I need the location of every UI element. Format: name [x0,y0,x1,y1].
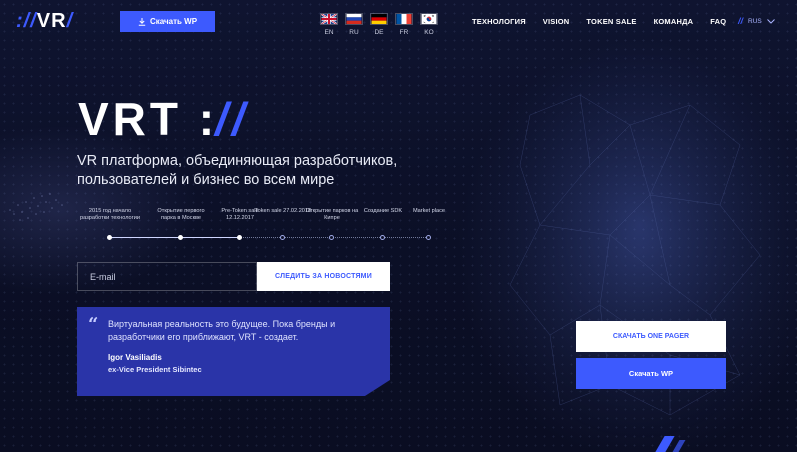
timeline-dot [380,234,385,240]
timeline-label: Market place [412,208,446,214]
timeline-dot [237,234,242,240]
logo-trailing-slash: / [66,10,74,32]
download-wp-label: Скачать WP [149,17,198,26]
quote-author: Igor Vasiliadis [108,353,162,362]
email-input[interactable] [77,262,257,291]
quote-card: “ Виртуальная реальность это будущее. По… [77,307,390,396]
flag-label: KO [424,29,434,36]
timeline-dot [280,234,285,240]
france-flag-icon [395,13,413,25]
nav-item-token-sale[interactable]: TOKEN SALE [586,17,636,26]
lang-slashes-icon: // [738,16,744,26]
quote-text: Виртуальная реальность это будущее. Пока… [108,319,336,342]
flag-en[interactable]: EN [319,13,339,36]
quote-mark-icon: “ [88,314,99,335]
flag-label: EN [324,29,334,36]
germany-flag-icon [370,13,388,25]
hero-title-main: VRT [78,93,182,145]
language-selector[interactable]: // RUS [738,16,775,26]
flag-fr[interactable]: FR [394,13,414,36]
russia-flag-icon [345,13,363,25]
flag-ko[interactable]: KO [419,13,439,36]
flag-label: FR [399,29,409,36]
timeline-dot [426,234,431,240]
nav-item-faq[interactable]: FAQ [710,17,726,26]
quote-author-role: ex-Vice President Sibintec [108,365,202,374]
download-wp-button[interactable]: Скачать WP [576,358,726,389]
roadmap-timeline: 2015 год начало разработки технологии От… [80,208,450,244]
nav-item-technology[interactable]: ТЕХНОЛОГИЯ [472,17,526,26]
flag-label: DE [374,29,384,36]
timeline-label: 2015 год начало разработки технологии [80,208,140,221]
nav-item-team[interactable]: КОМАНДА [654,17,694,26]
logo[interactable]: ://VR/ [16,10,73,33]
hero-subtitle: VR платформа, объединяющая разработчиков… [77,153,398,188]
timeline-dot [178,234,183,240]
timeline-item: 2015 год начало разработки технологии [80,208,140,240]
logo-text: VR [36,10,67,32]
download-icon [138,17,146,26]
hero-title-colon: : [198,93,216,145]
download-wp-header-button[interactable]: Скачать WP [120,11,215,32]
download-one-pager-button[interactable]: СКАЧАТЬ ONE PAGER [576,321,726,352]
uk-flag-icon [320,13,338,25]
hero-title: VRT :// [78,96,249,142]
timeline-item: Market place [399,208,459,240]
language-flags: EN RU DE FR KO [319,13,439,36]
subscribe-button[interactable]: СЛЕДИТЬ ЗА НОВОСТЯМИ [257,262,390,291]
flag-label: RU [349,29,359,36]
timeline-item: Открытие первого парка в Москве [151,208,211,240]
logo-slashes: :// [16,10,37,32]
main-nav: ТЕХНОЛОГИЯ VISION TOKEN SALE КОМАНДА FAQ [472,17,726,26]
timeline-progress [108,237,240,238]
timeline-label: Открытие первого парка в Москве [157,208,205,221]
korea-flag-icon [420,13,438,25]
hero-title-slashes: // [215,93,249,145]
nav-item-vision[interactable]: VISION [543,17,570,26]
timeline-dot [329,234,334,240]
timeline-dot [107,234,112,240]
chevron-down-icon [766,18,775,24]
flag-de[interactable]: DE [369,13,389,36]
flag-ru[interactable]: RU [344,13,364,36]
language-label: RUS [748,17,762,25]
